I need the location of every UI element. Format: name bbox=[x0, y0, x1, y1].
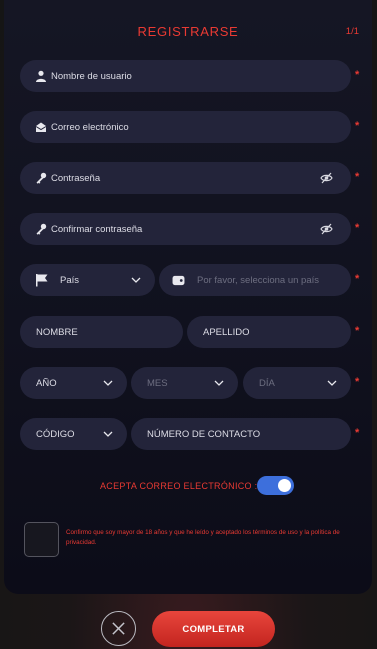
country-select[interactable]: País bbox=[20, 264, 155, 296]
first-name-placeholder: NOMBRE bbox=[36, 326, 78, 338]
username-placeholder: Nombre de usuario bbox=[51, 70, 132, 82]
envelope-icon bbox=[34, 121, 47, 134]
registration-page: REGISTRARSE 1/1 Nombre de usuario * Corr… bbox=[0, 0, 377, 649]
consent-checkbox[interactable] bbox=[24, 522, 59, 557]
year-select[interactable]: AÑO bbox=[20, 367, 127, 399]
last-name-field[interactable]: APELLIDO bbox=[187, 316, 351, 348]
email-placeholder: Correo electrónico bbox=[51, 121, 129, 133]
month-select[interactable]: MES bbox=[131, 367, 238, 399]
email-field[interactable]: Correo electrónico bbox=[20, 111, 351, 143]
accept-email-toggle[interactable] bbox=[257, 476, 294, 495]
toggle-knob bbox=[278, 479, 291, 492]
contact-number-field[interactable]: NÚMERO DE CONTACTO bbox=[131, 418, 351, 450]
key-icon bbox=[34, 223, 47, 236]
phone-card-icon bbox=[171, 274, 185, 287]
consent-text: Confirmo que soy mayor de 18 años y que … bbox=[66, 529, 340, 546]
required-mark: * bbox=[355, 376, 360, 388]
user-icon bbox=[34, 70, 47, 83]
month-label: MES bbox=[147, 377, 168, 389]
close-button[interactable] bbox=[101, 611, 136, 646]
eye-off-icon[interactable] bbox=[320, 223, 333, 235]
day-label: DÍA bbox=[259, 377, 275, 389]
chevron-down-icon bbox=[131, 277, 141, 283]
required-mark: * bbox=[355, 325, 360, 337]
confirm-password-placeholder: Confirmar contraseña bbox=[51, 223, 143, 235]
password-field[interactable]: Contraseña bbox=[20, 162, 351, 194]
required-mark: * bbox=[355, 171, 360, 183]
required-mark: * bbox=[355, 273, 360, 285]
contact-number-placeholder: NÚMERO DE CONTACTO bbox=[147, 428, 261, 440]
username-field[interactable]: Nombre de usuario bbox=[20, 60, 351, 92]
chevron-down-icon bbox=[103, 380, 113, 386]
step-indicator: 1/1 bbox=[345, 26, 359, 37]
required-mark: * bbox=[355, 69, 360, 81]
confirm-password-field[interactable]: Confirmar contraseña bbox=[20, 213, 351, 245]
eye-off-icon[interactable] bbox=[320, 172, 333, 184]
phone-country-field[interactable]: Por favor, selecciona un país bbox=[159, 264, 351, 296]
first-name-field[interactable]: NOMBRE bbox=[20, 316, 183, 348]
phone-code-label: CÓDIGO bbox=[36, 428, 75, 440]
password-placeholder: Contraseña bbox=[51, 172, 101, 184]
page-title: REGISTRARSE bbox=[137, 24, 239, 39]
country-label: País bbox=[60, 274, 80, 286]
key-icon bbox=[34, 172, 47, 185]
last-name-placeholder: APELLIDO bbox=[203, 326, 250, 338]
required-mark: * bbox=[355, 222, 360, 234]
day-select[interactable]: DÍA bbox=[243, 367, 351, 399]
registration-card: REGISTRARSE 1/1 Nombre de usuario * Corr… bbox=[4, 0, 372, 594]
required-mark: * bbox=[355, 427, 360, 439]
chevron-down-icon bbox=[103, 431, 113, 437]
phone-country-placeholder: Por favor, selecciona un país bbox=[197, 274, 319, 286]
complete-button[interactable]: COMPLETAR bbox=[152, 611, 275, 647]
close-icon bbox=[112, 622, 125, 635]
accept-email-label: ACEPTA CORREO ELECTRÓNICO : bbox=[100, 481, 258, 491]
chevron-down-icon bbox=[214, 380, 224, 386]
required-mark: * bbox=[355, 120, 360, 132]
flag-icon bbox=[34, 272, 50, 288]
year-label: AÑO bbox=[36, 377, 57, 389]
chevron-down-icon bbox=[327, 380, 337, 386]
phone-code-select[interactable]: CÓDIGO bbox=[20, 418, 127, 450]
